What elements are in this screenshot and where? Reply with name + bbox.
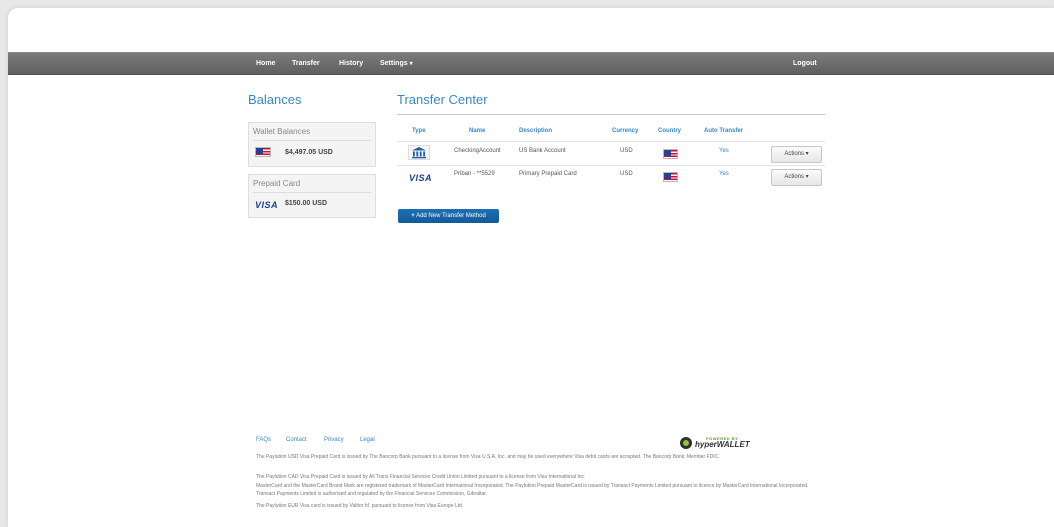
nav-settings[interactable]: Settings ▾ [380, 53, 413, 74]
footer-link-contact[interactable]: Contact [286, 437, 307, 443]
hyperwallet-brand: hyperWALLET [695, 440, 750, 449]
row-currency: USD [620, 148, 633, 154]
footer-link-legal[interactable]: Legal [360, 437, 375, 443]
legal-text-4: The Paylution EUR Visa card is issued by… [256, 503, 464, 509]
divider [253, 192, 371, 193]
row-auto-transfer[interactable]: Yes [719, 148, 729, 154]
browser-frame: Home Transfer History Settings ▾ Logout B… [8, 8, 1054, 527]
nav-home[interactable]: Home [256, 53, 275, 74]
us-flag-icon [663, 172, 678, 182]
prepaid-card-label: Prepaid Card [253, 179, 301, 188]
chevron-down-icon: ▾ [409, 61, 413, 67]
nav-settings-label: Settings [380, 60, 408, 67]
row-description: US Bank Account [519, 148, 566, 154]
row-name: Priban - **5529 [454, 171, 495, 177]
bank-icon [408, 145, 430, 160]
legal-text-3: MasterCard and the MasterCard Brand Mark… [256, 483, 809, 497]
row-currency: USD [620, 171, 633, 177]
transfer-center-title: Transfer Center [397, 92, 488, 107]
actions-button[interactable]: Actions ▾ [771, 146, 822, 163]
nav-transfer[interactable]: Transfer [292, 53, 320, 74]
caret-down-icon: ▾ [805, 151, 809, 157]
footer-link-privacy[interactable]: Privacy [324, 437, 344, 443]
row-divider [397, 141, 825, 142]
add-transfer-method-button[interactable]: + Add New Transfer Method [398, 209, 499, 223]
visa-logo-icon: VISA [255, 200, 279, 210]
row-divider [397, 165, 825, 166]
wallet-balance-panel: Wallet Balances $4,497.05 USD [248, 122, 376, 167]
col-header-type: Type [412, 128, 426, 134]
logout-link[interactable]: Logout [793, 53, 817, 74]
us-flag-icon [255, 147, 271, 157]
col-header-currency: Currency [612, 128, 639, 134]
col-header-name: Name [469, 128, 486, 134]
wallet-balances-label: Wallet Balances [253, 127, 311, 136]
hyperwallet-icon [680, 437, 692, 449]
legal-text-1: The Paylution USD Visa Prepaid Card is i… [256, 454, 720, 460]
col-header-description: Description [519, 128, 553, 134]
visa-logo-icon: VISA [409, 173, 433, 183]
actions-label: Actions [784, 151, 804, 157]
prepaid-card-panel: Prepaid Card VISA $150.00 USD [248, 174, 376, 218]
plus-icon: + [411, 213, 415, 219]
actions-button[interactable]: Actions ▾ [771, 169, 822, 186]
legal-text-2: The Paylution CAD Visa Prepaid Card is i… [256, 474, 586, 480]
nav-history[interactable]: History [339, 53, 363, 74]
caret-down-icon: ▾ [805, 174, 809, 180]
us-flag-icon [663, 149, 678, 159]
col-header-country: Country [658, 128, 681, 134]
hyperwallet-logo: POWERED BY hyperWALLET [679, 436, 750, 450]
col-header-auto-transfer: Auto Transfer [704, 128, 744, 134]
footer-link-faqs[interactable]: FAQs [256, 437, 271, 443]
row-auto-transfer[interactable]: Yes [719, 171, 729, 177]
row-description: Primary Prepaid Card [519, 171, 577, 177]
add-transfer-method-label: Add New Transfer Method [416, 213, 486, 219]
balances-title: Balances [248, 92, 302, 107]
divider [253, 140, 371, 141]
prepaid-card-amount: $150.00 USD [285, 200, 328, 207]
wallet-balance-amount: $4,497.05 USD [285, 149, 333, 156]
title-divider [397, 114, 825, 115]
row-name: CheckingAccount [454, 148, 501, 154]
top-navbar: Home Transfer History Settings ▾ Logout [8, 52, 1054, 75]
actions-label: Actions [784, 174, 804, 180]
